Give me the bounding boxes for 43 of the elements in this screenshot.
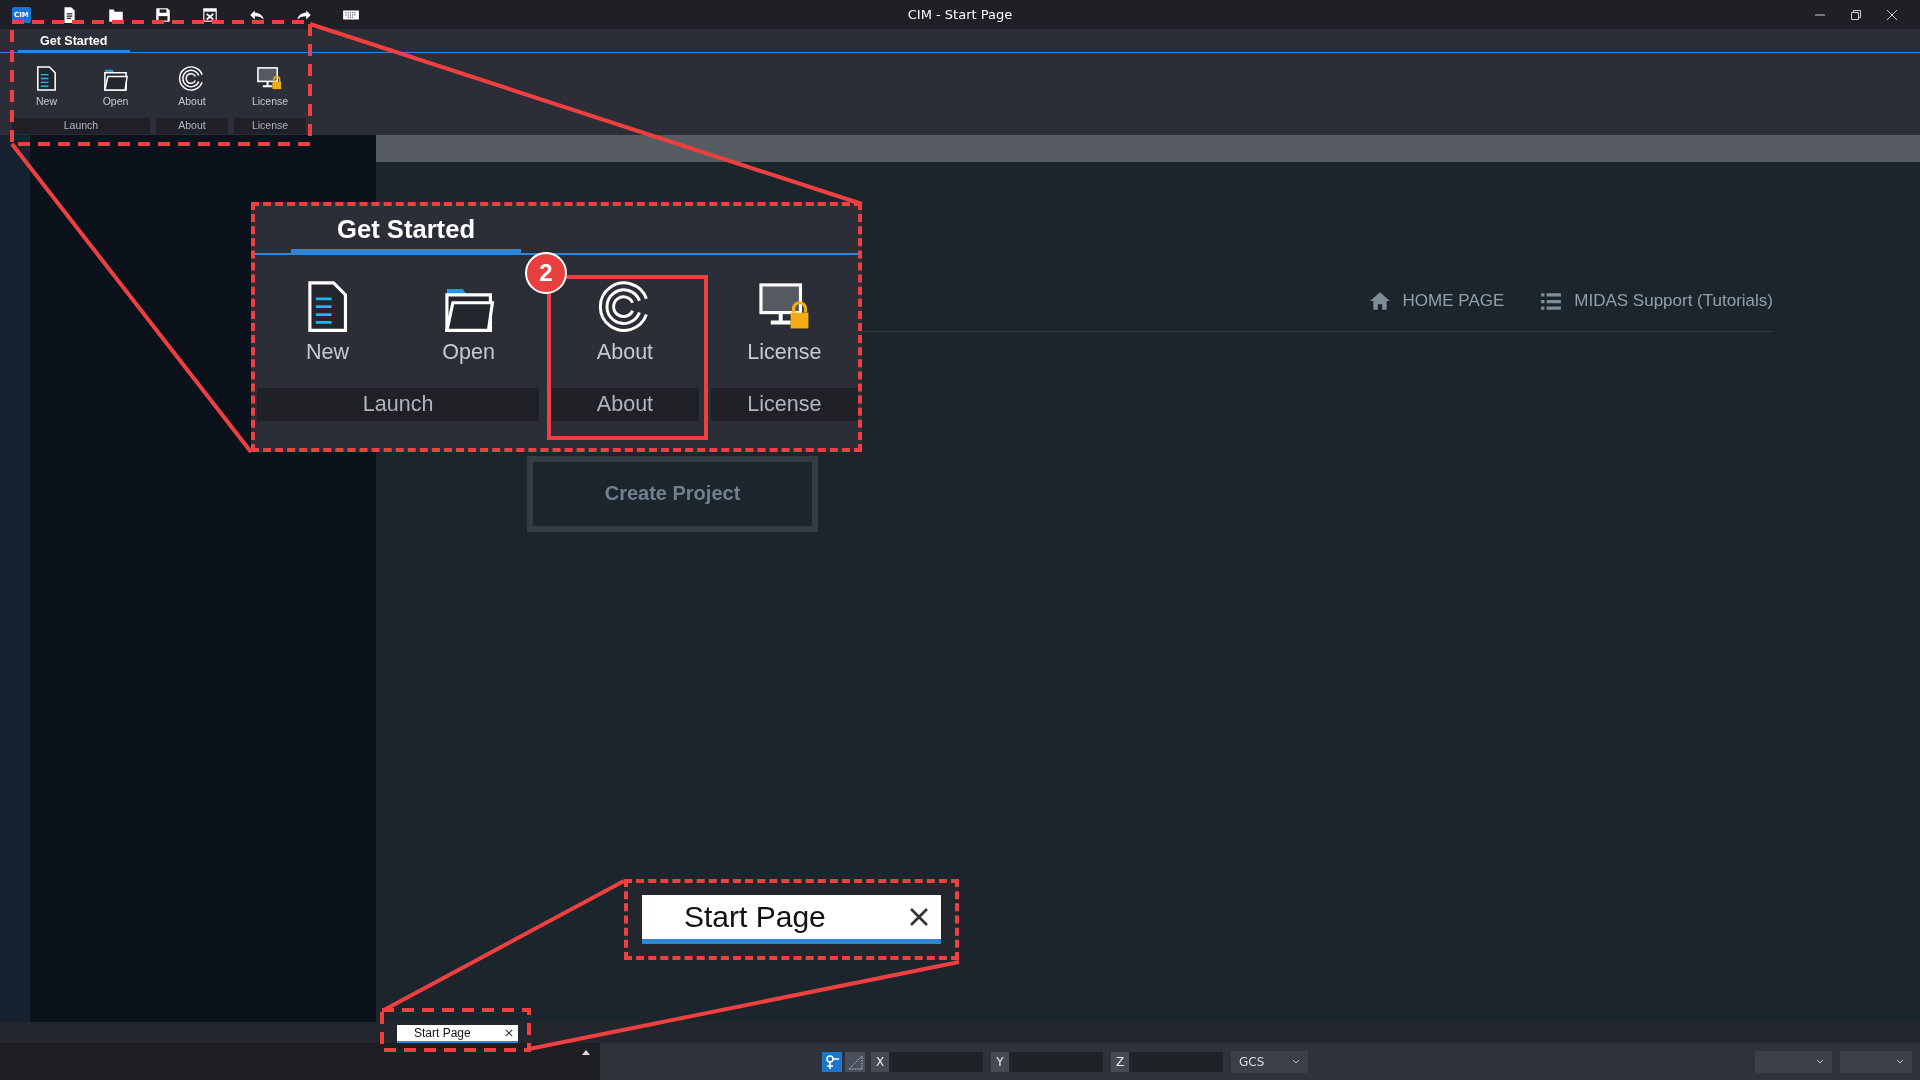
ribbon-button[interactable]: About bbox=[175, 64, 209, 107]
coordinate-field[interactable] bbox=[1129, 1051, 1223, 1072]
ribbon-tab[interactable]: Get Started bbox=[17, 33, 130, 52]
close-window-icon[interactable] bbox=[200, 5, 219, 24]
ribbon-button[interactable]: Open bbox=[99, 64, 132, 107]
home-icon bbox=[1368, 291, 1391, 311]
document-tab[interactable]: Start Page bbox=[642, 895, 941, 944]
close-icon[interactable] bbox=[505, 1029, 513, 1037]
caret-down-icon bbox=[1816, 1059, 1824, 1064]
close-icon[interactable] bbox=[909, 907, 929, 927]
ribbon-group-label: License bbox=[234, 118, 306, 134]
caret-up-icon[interactable] bbox=[582, 1050, 590, 1055]
home-page-link[interactable]: HOME PAGE bbox=[1368, 291, 1505, 311]
coordinate-field[interactable] bbox=[889, 1051, 983, 1072]
concentric-c-icon bbox=[178, 64, 206, 92]
restore-icon[interactable] bbox=[1850, 8, 1862, 21]
coordinate-label: X bbox=[871, 1051, 889, 1072]
caret-down-icon bbox=[1896, 1059, 1904, 1064]
coordinate-system-dropdown[interactable]: GCS bbox=[1231, 1050, 1308, 1073]
ribbon-group-label: About bbox=[551, 388, 699, 421]
ribbon-button[interactable]: New bbox=[293, 278, 362, 365]
monitor-lock-icon bbox=[256, 64, 284, 92]
ribbon-group-label: Launch bbox=[257, 388, 540, 421]
ribbon-group-label: About bbox=[156, 118, 228, 134]
ribbon-button[interactable]: About bbox=[590, 278, 660, 365]
ribbon-button[interactable]: License bbox=[248, 64, 292, 107]
window-title: CIM - Start Page bbox=[907, 7, 1013, 22]
save-icon[interactable] bbox=[153, 5, 172, 24]
ribbon-button[interactable]: License bbox=[741, 278, 828, 365]
ribbon-button[interactable]: New bbox=[30, 64, 63, 107]
ribbon-tab[interactable]: Get Started bbox=[290, 215, 522, 254]
create-project-button[interactable]: Create Project bbox=[527, 456, 818, 532]
list-icon bbox=[1540, 291, 1563, 311]
caret-down-icon bbox=[1292, 1059, 1300, 1064]
ribbon-group-label: License bbox=[710, 388, 858, 421]
coordinate-label: Z bbox=[1111, 1051, 1129, 1072]
ribbon-group-label: Launch bbox=[12, 118, 150, 134]
coordinate-label: Y bbox=[991, 1051, 1009, 1072]
support-link[interactable]: MIDAS Support (Tutorials) bbox=[1540, 291, 1773, 311]
document-tab[interactable]: Start Page bbox=[397, 1025, 518, 1043]
ribbon-button[interactable]: Open bbox=[434, 278, 503, 365]
coordinate-field[interactable] bbox=[1009, 1051, 1103, 1072]
snap-icon[interactable] bbox=[822, 1051, 842, 1072]
